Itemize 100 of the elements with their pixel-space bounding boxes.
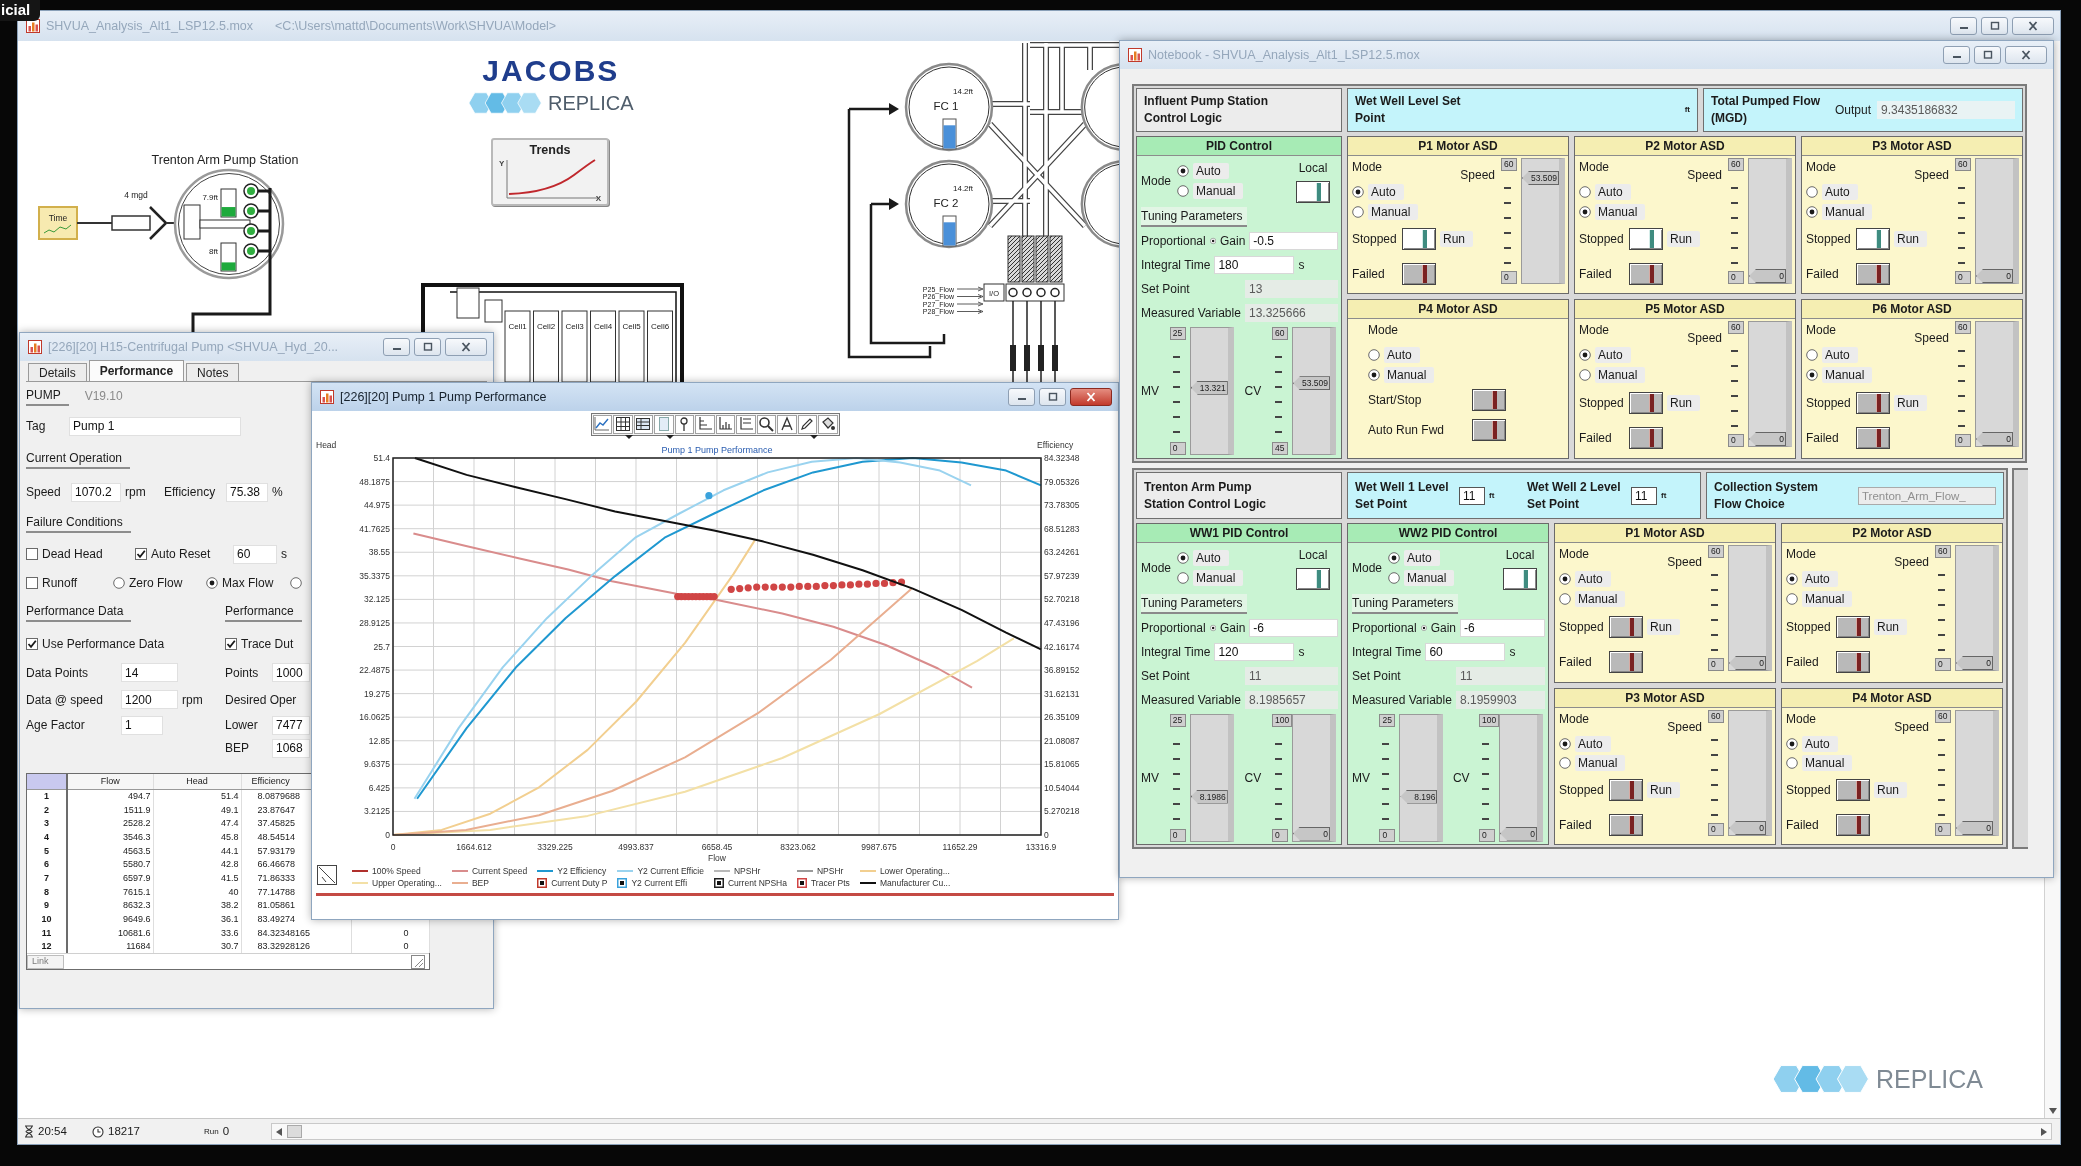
- field-label: Mode: [1786, 711, 1817, 728]
- field-label: Data Points: [26, 664, 90, 682]
- axis-tick-label: 51.4: [373, 453, 390, 463]
- unit-label: rpm: [182, 691, 203, 709]
- axis-tick-label: 9987.675: [861, 842, 897, 852]
- radio-label: Zero Flow: [129, 575, 183, 592]
- field-label: Proportional: [1141, 620, 1206, 637]
- option-label: Manual: [1404, 570, 1455, 586]
- row-number: 7: [27, 871, 67, 885]
- axis-tick-label: 52.70218: [1044, 594, 1080, 605]
- field-label: Run: [1440, 230, 1473, 247]
- axis-tick-label: 41.7625: [359, 523, 390, 534]
- table-value: 6597.9: [122, 872, 151, 883]
- panel-title: PID Control: [1137, 137, 1341, 156]
- station-title: Trenton Arm Pump Station: [151, 153, 299, 167]
- depth-label: 14.2ft: [953, 184, 973, 193]
- axis-tick-label: 42.16174: [1044, 641, 1080, 652]
- axis-tick-label: 22.4875: [359, 665, 390, 676]
- section-heading: Performance: [225, 603, 302, 622]
- axis-tick-label: 6.425: [368, 782, 390, 793]
- table-value: 23.87647: [257, 804, 296, 815]
- field-label: Mode: [1579, 322, 1610, 339]
- legend-label: Lower Operating...: [879, 865, 950, 877]
- window-title: [226][20] H15-Centrifugal Pump <SHVUA_Hyd_20...: [48, 338, 339, 356]
- axis-tick-label: 35.3375: [359, 570, 390, 581]
- axis-tick-label: 0: [385, 830, 390, 840]
- row-number: 2: [27, 802, 67, 817]
- table-value: 5580.7: [122, 859, 151, 870]
- axis-tick-label: 3.2125: [364, 806, 390, 817]
- window-title: SHVUA_Analysis_Alt1_LSP12.5.mox: [46, 17, 254, 35]
- field-label: Stopped: [1579, 230, 1625, 248]
- radio-label: Max Flow: [222, 575, 274, 592]
- window-title: [226][20] Pump 1 Pump Performance: [340, 388, 547, 406]
- field-label: Set Point: [1141, 668, 1191, 685]
- field-label: Wet Well Level Set Point: [1355, 93, 1462, 127]
- field-label: Wet Well 1 Level Set Point: [1355, 478, 1450, 513]
- field-label: Desired Oper: [225, 691, 297, 709]
- row-number: 3: [27, 816, 67, 831]
- panel-title: P4 Motor ASD: [1782, 689, 2002, 708]
- table-value: 4563.5: [122, 845, 151, 856]
- field-label: Failed: [1559, 816, 1593, 834]
- cell-label: Cell1: [508, 322, 527, 331]
- field-label: Efficiency: [164, 484, 217, 501]
- panel-title: P2 Motor ASD: [1575, 137, 1795, 156]
- field-label: Mode: [1352, 560, 1383, 577]
- field-label: Collection System Flow Choice: [1714, 478, 1820, 513]
- axis-tick-label: 12.85: [368, 735, 390, 746]
- field-label: Failed: [1806, 429, 1840, 447]
- panel-title: Influent Pump Station Control Logic: [1144, 93, 1269, 127]
- field-label: Tag: [26, 418, 47, 435]
- option-label: Manual: [1802, 591, 1853, 607]
- tank-label: FC 1: [933, 100, 959, 112]
- section-heading: Performance Data: [26, 603, 132, 622]
- logo-text: JACOBS: [482, 56, 620, 86]
- table-value: 494.7: [127, 791, 151, 802]
- section-heading: Tuning Parameters: [1352, 594, 1458, 614]
- field-label: Speed: [1894, 719, 1929, 736]
- unit-label: s: [281, 546, 287, 563]
- option-label: Auto: [1595, 347, 1631, 363]
- field-label: Mode: [1141, 560, 1172, 577]
- legend-label: NPSHr: [733, 865, 761, 877]
- table-value: 48.54514: [257, 831, 296, 842]
- scale-min-label: 0: [1169, 828, 1186, 842]
- field-label: Stopped: [1579, 394, 1625, 412]
- logo-text: REPLICA: [548, 92, 634, 114]
- scale-max-label: 100: [1479, 713, 1500, 727]
- option-label: Manual: [1595, 367, 1646, 383]
- scale-max-label: 25: [1169, 713, 1186, 727]
- field-label: Run: [1667, 394, 1700, 411]
- field-label: Run: [1894, 230, 1927, 247]
- scale-min-label: 45: [1271, 442, 1288, 455]
- section-heading: Failure Conditions: [26, 514, 131, 533]
- panel-title: P6 Motor ASD: [1802, 300, 2022, 319]
- field-label: Measured Variable: [1141, 305, 1241, 322]
- axis-tick-label: 0: [390, 842, 396, 852]
- panel-title: P4 Motor ASD: [1348, 300, 1568, 319]
- panel-title: WW2 PID Control: [1348, 524, 1548, 543]
- panel-title: P2 Motor ASD: [1782, 524, 2002, 543]
- table-value: 3546.3: [122, 831, 151, 842]
- scale-min-label: 0: [1379, 828, 1396, 842]
- field-label: Stopped: [1786, 782, 1832, 800]
- axis-tick-label: 25.7: [373, 641, 390, 652]
- scale-max-label: 60: [1271, 327, 1288, 340]
- field-label: Stopped: [1806, 394, 1852, 412]
- window-title: Notebook - SHVUA_Analysis_Alt1_LSP12.5.mox: [1148, 46, 1420, 64]
- unit-label: rpm: [125, 484, 147, 501]
- table-value: 83.32928126: [257, 941, 311, 952]
- unit-label: s: [1298, 257, 1305, 274]
- table-value: 2528.2: [122, 818, 151, 829]
- table-value: 41.5: [220, 872, 239, 883]
- scale-max-label: 60: [1955, 158, 1971, 171]
- unit-label: %: [272, 484, 283, 501]
- axis-tick-label: 48.1875: [359, 476, 390, 487]
- field-label: Speed: [1914, 167, 1949, 184]
- field-label: Proportional: [1141, 233, 1206, 250]
- panel-title: P3 Motor ASD: [1555, 689, 1775, 708]
- scale-min-label: 0: [1935, 823, 1951, 836]
- cell-label: Cell2: [536, 322, 556, 331]
- logo-text: REPLICA: [1876, 1065, 1983, 1093]
- scale-max-label: 60: [1728, 158, 1744, 171]
